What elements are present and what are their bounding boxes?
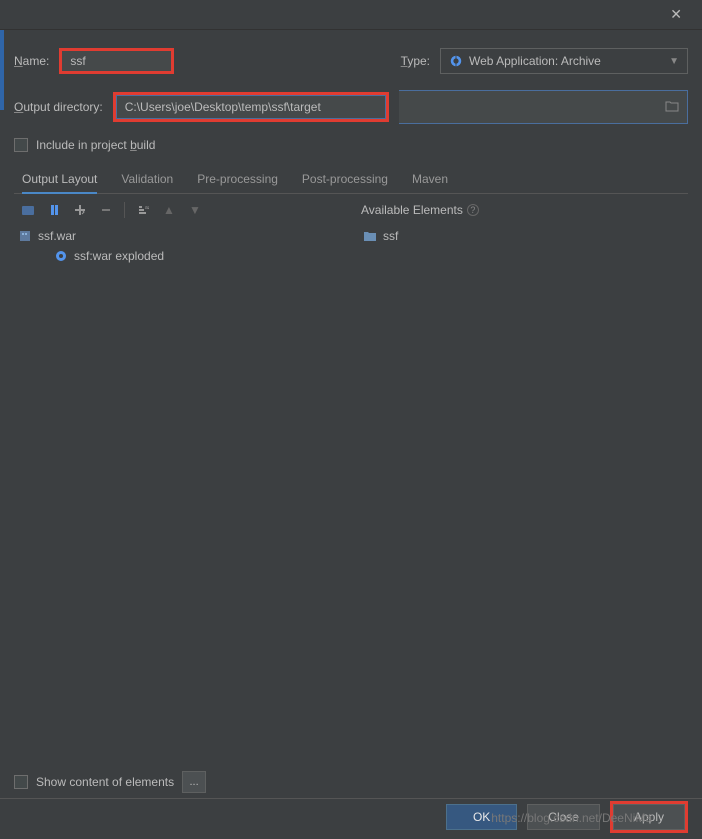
type-label: Type: [401,54,430,68]
browse-folder-icon[interactable] [665,100,679,115]
tree-item-exploded: ssf:war exploded [14,246,351,266]
web-app-icon [449,54,463,68]
close-button[interactable]: Close [527,804,600,830]
include-build-label: Include in project build [36,138,155,152]
output-dir-label: Output directory: [14,100,103,114]
down-icon[interactable]: ▼ [185,200,205,220]
up-icon[interactable]: ▲ [159,200,179,220]
type-select[interactable]: Web Application: Archive ▼ [440,48,688,74]
chevron-down-icon: ▼ [669,56,679,67]
archive-icon [18,229,32,243]
tab-pre-processing[interactable]: Pre-processing [197,166,278,193]
divider [0,798,702,799]
name-input[interactable] [59,48,174,74]
name-label: NName:ame: [14,54,49,68]
svg-text:az: az [145,205,149,211]
selection-indicator [0,30,4,110]
help-icon[interactable]: ? [467,204,479,216]
show-content-label: Show content of elements [36,775,174,789]
available-elements-tree[interactable]: ssf [351,226,688,706]
type-value: Web Application: Archive [469,54,601,68]
apply-button[interactable]: Apply [613,804,685,830]
output-layout-tree[interactable]: ssf.war ssf:war exploded [14,226,351,706]
tree-item-available: ssf [351,226,688,246]
show-content-checkbox[interactable] [14,775,28,789]
new-folder-icon[interactable] [18,200,38,220]
available-elements-label: Available Elements [361,203,463,217]
tab-validation[interactable]: Validation [121,166,173,193]
remove-icon[interactable] [96,200,116,220]
tree-item-war: ssf.war [14,226,351,246]
sort-icon[interactable]: az [133,200,153,220]
include-build-checkbox[interactable] [14,138,28,152]
tab-maven[interactable]: Maven [412,166,448,193]
close-icon[interactable]: ✕ [662,2,690,27]
artifact-icon [54,249,68,263]
output-dir-input[interactable] [116,95,386,119]
output-dir-extension [399,90,688,124]
more-options-button[interactable]: ... [182,771,206,793]
folder-icon [363,229,377,243]
ok-button[interactable]: OK [446,804,517,830]
tab-post-processing[interactable]: Post-processing [302,166,388,193]
toolbar-separator [124,202,125,218]
tab-output-layout[interactable]: Output Layout [22,166,97,194]
add-icon[interactable] [70,200,90,220]
new-item-icon[interactable] [44,200,64,220]
